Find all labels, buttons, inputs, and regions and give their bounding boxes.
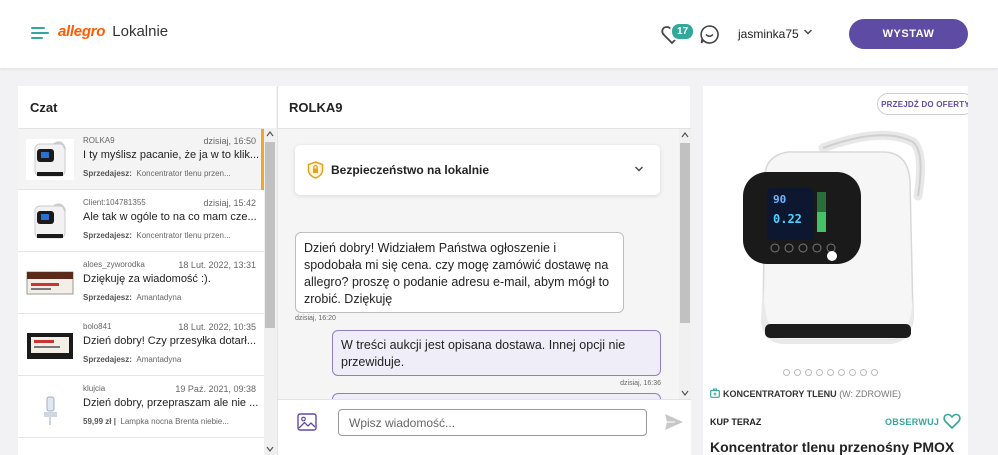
- meta-value: Koncentrator tlenu przen...: [136, 169, 231, 178]
- night-lamp-thumbnail: [26, 387, 74, 428]
- conversation-last-message: I ty myślisz pacanie, że ja w to klik...: [83, 149, 259, 161]
- carousel-dot[interactable]: [838, 369, 845, 376]
- heart-icon[interactable]: [943, 413, 961, 429]
- scroll-up-arrow-icon[interactable]: [681, 132, 689, 138]
- conversation-sender: Client:104781355: [83, 198, 146, 207]
- medicine-box-thumbnail: [26, 263, 74, 304]
- conversation-date: 18 Lut. 2022, 13:31: [178, 260, 256, 270]
- carousel-dot[interactable]: [871, 369, 878, 376]
- safety-label: Bezpieczeństwo na lokalnie: [331, 163, 490, 177]
- conversation-panel: ROLKA9 Bezpieczeństwo na lokalnie Dzień …: [277, 86, 691, 455]
- conversation-date: 19 Paź. 2021, 09:38: [175, 384, 256, 394]
- outgoing-message-time: dzisiaj, 16:36: [620, 380, 661, 387]
- conversation-item[interactable]: Client:104781355 dzisiaj, 15:42 Ale tak …: [18, 191, 264, 252]
- conversation-last-message: Ale tak w ogóle to na co mam cze...: [83, 211, 257, 223]
- buy-now-label: KUP TERAZ: [710, 417, 762, 427]
- scrollbar-thumb[interactable]: [680, 143, 690, 323]
- image-icon[interactable]: [297, 413, 317, 431]
- conversation-item[interactable]: aloes_zyworodka 18 Lut. 2022, 13:31 Dzię…: [18, 253, 264, 314]
- meta-label: Sprzedajesz:: [83, 293, 132, 302]
- scroll-up-arrow-icon[interactable]: [266, 131, 274, 137]
- offer-panel: 90 0.22 PRZEJDŹ DO OFERTY KONCENTRATORY …: [703, 86, 974, 455]
- send-icon[interactable]: [664, 413, 684, 431]
- chat-list-panel: Czat ROLKA9 dzisiaj, 16:50 I ty myślisz …: [18, 86, 276, 455]
- chevron-down-icon[interactable]: [634, 164, 644, 174]
- carousel-dot[interactable]: [860, 369, 867, 376]
- offer-title: Koncentrator tlenu przenośny PMOX: [710, 439, 955, 455]
- conversation-item[interactable]: ROLKA9 dzisiaj, 16:50 I ty myślisz pacan…: [18, 129, 264, 190]
- meta-label: Sprzedajesz:: [83, 231, 132, 240]
- follow-button[interactable]: OBSERWUJ: [885, 417, 939, 427]
- conversation-date: dzisiaj, 16:50: [203, 136, 256, 146]
- conversation-last-message: Dzień dobry, przepraszam ale nie ...: [83, 397, 259, 409]
- conversation-sender: klujcia: [83, 384, 106, 393]
- chat-bubble-icon[interactable]: [699, 24, 720, 45]
- meta-value: Lampka nocna Brenta niebie...: [120, 417, 229, 426]
- conversation-sender: ROLKA9: [83, 136, 115, 145]
- logo-brand: allegro: [58, 23, 106, 40]
- meta-value: Amantadyna: [136, 355, 182, 364]
- chat-list-scrollbar[interactable]: [264, 128, 276, 455]
- meta-value: Amantadyna: [136, 293, 182, 302]
- medicine-box-thumbnail: [26, 325, 74, 366]
- conversation-meta: Sprzedajesz: Koncentrator tlenu przen...: [83, 231, 259, 240]
- go-to-offer-button[interactable]: PRZEJDŹ DO OFERTY: [877, 93, 974, 115]
- conversation-item[interactable]: klujcia 19 Paź. 2021, 09:38 Dzień dobry,…: [18, 377, 264, 438]
- conversation-last-message: Dzień dobry! Czy przesyłka dotarł...: [83, 335, 257, 347]
- conversation-meta: Sprzedajesz: Koncentrator tlenu przen...: [83, 169, 259, 178]
- carousel-dot[interactable]: [816, 369, 823, 376]
- logo-sub: Lokalnie: [112, 23, 169, 40]
- menu-icon[interactable]: [31, 25, 49, 41]
- carousel-dot[interactable]: [805, 369, 812, 376]
- conversation-meta: 59,99 zł | Lampka nocna Brenta niebie...: [83, 417, 259, 426]
- message-input[interactable]: [338, 409, 647, 436]
- shield-icon: [307, 161, 324, 179]
- favorites-count-badge: 17: [670, 22, 696, 41]
- category-name: KONCENTRATORY TLENU: [723, 389, 837, 399]
- category-parent: (W: ZDROWIE): [839, 389, 902, 399]
- safety-accordion[interactable]: Bezpieczeństwo na lokalnie: [295, 145, 660, 195]
- meta-label: Sprzedajesz:: [83, 355, 132, 364]
- page-margin: [968, 86, 998, 455]
- oxygen-concentrator-thumbnail: [26, 139, 74, 180]
- message-scrollbar[interactable]: [679, 129, 691, 399]
- image-carousel-dots: [783, 363, 882, 376]
- logo[interactable]: allegro Lokalnie: [58, 23, 168, 40]
- carousel-dot[interactable]: [827, 369, 834, 376]
- conversation-title: ROLKA9: [289, 100, 343, 115]
- outgoing-message: W treści aukcji jest opisana dostawa. In…: [332, 330, 661, 376]
- conversation-item[interactable]: bolo841 18 Lut. 2022, 10:35 Dzień dobry!…: [18, 315, 264, 376]
- conversation-sender: bolo841: [83, 322, 112, 331]
- conversation-meta: Sprzedajesz: Amantadyna: [83, 355, 259, 364]
- meta-value: Koncentrator tlenu przen...: [136, 231, 231, 240]
- offer-category[interactable]: KONCENTRATORY TLENU (W: ZDROWIE): [710, 388, 901, 399]
- offer-product-image[interactable]: 90 0.22: [703, 86, 968, 376]
- carousel-dot[interactable]: [794, 369, 801, 376]
- message-composer: [278, 399, 691, 455]
- conversation-date: dzisiaj, 15:42: [203, 198, 256, 208]
- meta-label: Sprzedajesz:: [83, 169, 132, 178]
- display-time-readout: 90: [773, 193, 786, 206]
- category-icon: [710, 388, 720, 398]
- conversation-meta: Sprzedajesz: Amantadyna: [83, 293, 259, 302]
- carousel-dot[interactable]: [849, 369, 856, 376]
- oxygen-concentrator-thumbnail: [26, 201, 74, 242]
- chevron-down-icon[interactable]: [803, 27, 813, 37]
- conversation-last-message: Dziękuję za wiadomość :).: [83, 273, 211, 285]
- meta-label: 59,99 zł |: [83, 417, 116, 426]
- scrollbar-thumb[interactable]: [265, 142, 275, 328]
- conversation-sender: aloes_zyworodka: [83, 260, 145, 269]
- message-area: Bezpieczeństwo na lokalnie Dzień dobry! …: [278, 129, 691, 403]
- username[interactable]: jasminka75: [738, 27, 799, 41]
- incoming-message-time: dzisiaj, 16:20: [295, 315, 336, 322]
- top-header: allegro Lokalnie 17 jasminka75 WYSTAW: [0, 0, 998, 68]
- display-flow-readout: 0.22: [773, 212, 802, 226]
- incoming-message: Dzień dobry! Widziałem Państwa ogłoszeni…: [295, 232, 624, 313]
- publish-button[interactable]: WYSTAW: [849, 19, 968, 49]
- carousel-dot[interactable]: [783, 369, 790, 376]
- scroll-down-arrow-icon[interactable]: [681, 390, 689, 396]
- chat-list-title: Czat: [30, 100, 58, 115]
- conversation-date: 18 Lut. 2022, 10:35: [178, 322, 256, 332]
- scroll-down-arrow-icon[interactable]: [266, 446, 274, 452]
